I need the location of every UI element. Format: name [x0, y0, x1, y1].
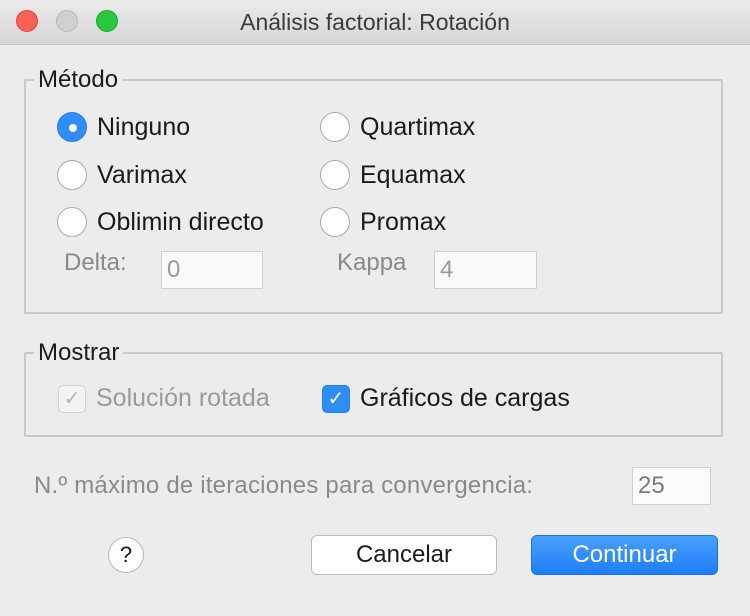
title-bar: Análisis factorial: Rotación — [0, 0, 750, 45]
kappa-input[interactable] — [434, 251, 537, 289]
radio-promax-indicator — [320, 207, 350, 237]
radio-varimax-indicator — [57, 160, 87, 190]
cancel-button[interactable]: Cancelar — [311, 535, 497, 575]
continue-button[interactable]: Continuar — [531, 535, 718, 575]
solucion-rotada-label: Solución rotada — [96, 384, 270, 412]
window-title: Análisis factorial: Rotación — [240, 9, 510, 35]
iteraciones-input[interactable] — [632, 467, 711, 505]
mostrar-legend: Mostrar — [38, 339, 120, 366]
radio-equamax-label: Equamax — [360, 160, 466, 189]
radio-equamax[interactable]: Equamax — [320, 160, 466, 190]
metodo-legend: Método — [38, 66, 119, 93]
radio-quartimax[interactable]: Quartimax — [320, 112, 475, 142]
radio-quartimax-label: Quartimax — [360, 112, 476, 141]
iteraciones-label: N.º máximo de iteraciones para convergen… — [34, 472, 534, 499]
checkbox-solucion-rotada[interactable]: ✓ Solución rotada — [58, 384, 270, 413]
graficos-cargas-label: Gráficos de cargas — [360, 384, 570, 412]
radio-promax-label: Promax — [360, 207, 447, 236]
help-button[interactable]: ? — [108, 537, 144, 573]
radio-ninguno[interactable]: Ninguno — [57, 112, 190, 142]
checkbox-graficos-cargas[interactable]: ✓ Gráficos de cargas — [322, 384, 570, 413]
radio-oblimin-directo[interactable]: Oblimin directo — [57, 207, 264, 237]
checkmark-icon: ✓ — [58, 384, 86, 413]
kappa-label: Kappa — [337, 249, 407, 276]
checkmark-icon: ✓ — [322, 384, 350, 413]
radio-equamax-indicator — [320, 160, 350, 190]
radio-promax[interactable]: Promax — [320, 207, 446, 237]
delta-input[interactable] — [161, 251, 263, 289]
radio-quartimax-indicator — [320, 112, 350, 142]
radio-varimax[interactable]: Varimax — [57, 160, 187, 190]
radio-oblimin-directo-indicator — [57, 207, 87, 237]
radio-ninguno-label: Ninguno — [97, 112, 191, 141]
radio-varimax-label: Varimax — [97, 160, 187, 189]
delta-label: Delta: — [64, 249, 127, 276]
radio-oblimin-directo-label: Oblimin directo — [97, 207, 264, 236]
radio-ninguno-indicator — [57, 112, 87, 142]
